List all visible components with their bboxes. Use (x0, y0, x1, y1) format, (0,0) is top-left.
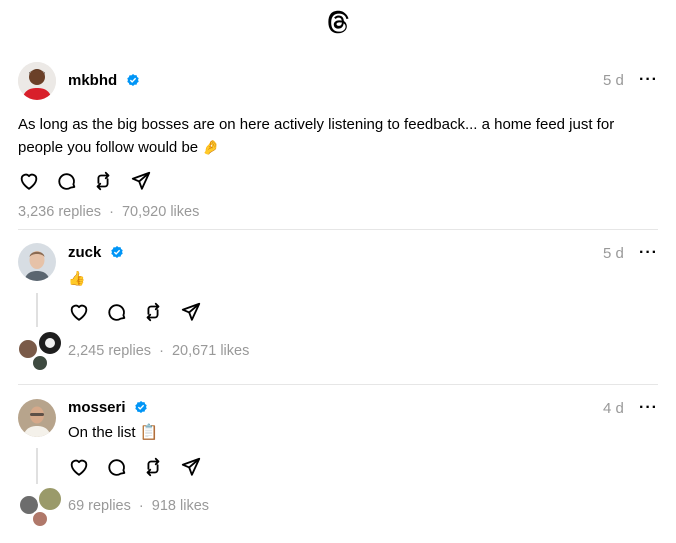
post-emoji: 🤌 (202, 139, 220, 155)
more-options-icon[interactable]: ··· (639, 71, 658, 89)
replier-avatar (37, 486, 63, 512)
share-send-icon[interactable] (130, 170, 152, 192)
reply-time: 5 d (603, 245, 624, 262)
like-count[interactable]: 918 likes (152, 498, 209, 514)
like-count[interactable]: 70,920 likes (122, 204, 199, 220)
post-stats: 3,236 replies · 70,920 likes (18, 204, 199, 220)
reply-text: On the list 📋 (68, 424, 159, 441)
replier-avatar (31, 510, 49, 528)
reply-header: mosseri (68, 399, 148, 417)
more-options-icon[interactable]: ··· (639, 399, 658, 417)
avatar[interactable] (18, 399, 56, 437)
stats-separator: · (138, 498, 144, 514)
replier-avatar (37, 330, 63, 356)
reply-text: 👍 (68, 270, 86, 286)
post-body: As long as the big bosses are on here ac… (18, 116, 615, 156)
username[interactable]: mosseri (68, 399, 126, 416)
verified-badge-icon (111, 246, 123, 258)
thread-line (36, 293, 38, 327)
username[interactable]: zuck (68, 244, 101, 261)
divider (18, 384, 658, 385)
replier-avatar (31, 354, 49, 372)
username[interactable]: mkbhd (68, 72, 117, 89)
repost-icon[interactable] (142, 301, 164, 323)
reply-bubble-icon[interactable] (56, 170, 78, 192)
like-heart-icon[interactable] (68, 456, 90, 478)
reply-count[interactable]: 69 replies (68, 498, 131, 514)
like-heart-icon[interactable] (68, 301, 90, 323)
reply-stats: 69 replies · 918 likes (68, 498, 209, 514)
repost-icon[interactable] (92, 170, 114, 192)
avatar[interactable] (18, 243, 56, 281)
reply-time: 4 d (603, 400, 624, 417)
reply-count[interactable]: 2,245 replies (68, 343, 151, 359)
avatar[interactable] (18, 62, 56, 100)
share-send-icon[interactable] (180, 456, 202, 478)
post-header: mkbhd (68, 72, 140, 90)
like-heart-icon[interactable] (18, 170, 40, 192)
reply-stats: 2,245 replies · 20,671 likes (68, 343, 249, 359)
more-options-icon[interactable]: ··· (639, 244, 658, 262)
verified-badge-icon (126, 74, 139, 86)
post-time: 5 d (603, 72, 624, 89)
stats-separator: · (159, 343, 164, 359)
reply-count[interactable]: 3,236 replies (18, 204, 101, 220)
like-count[interactable]: 20,671 likes (172, 343, 249, 359)
threads-logo-icon[interactable] (325, 8, 351, 36)
share-send-icon[interactable] (180, 301, 202, 323)
verified-badge-icon (135, 401, 147, 413)
reply-header: zuck (68, 244, 124, 262)
repost-icon[interactable] (142, 456, 164, 478)
divider (18, 229, 658, 230)
stats-separator: · (109, 204, 114, 220)
thread-line (36, 448, 38, 484)
post-text: As long as the big bosses are on here ac… (18, 114, 658, 159)
reply-bubble-icon[interactable] (106, 456, 128, 478)
reply-bubble-icon[interactable] (106, 301, 128, 323)
